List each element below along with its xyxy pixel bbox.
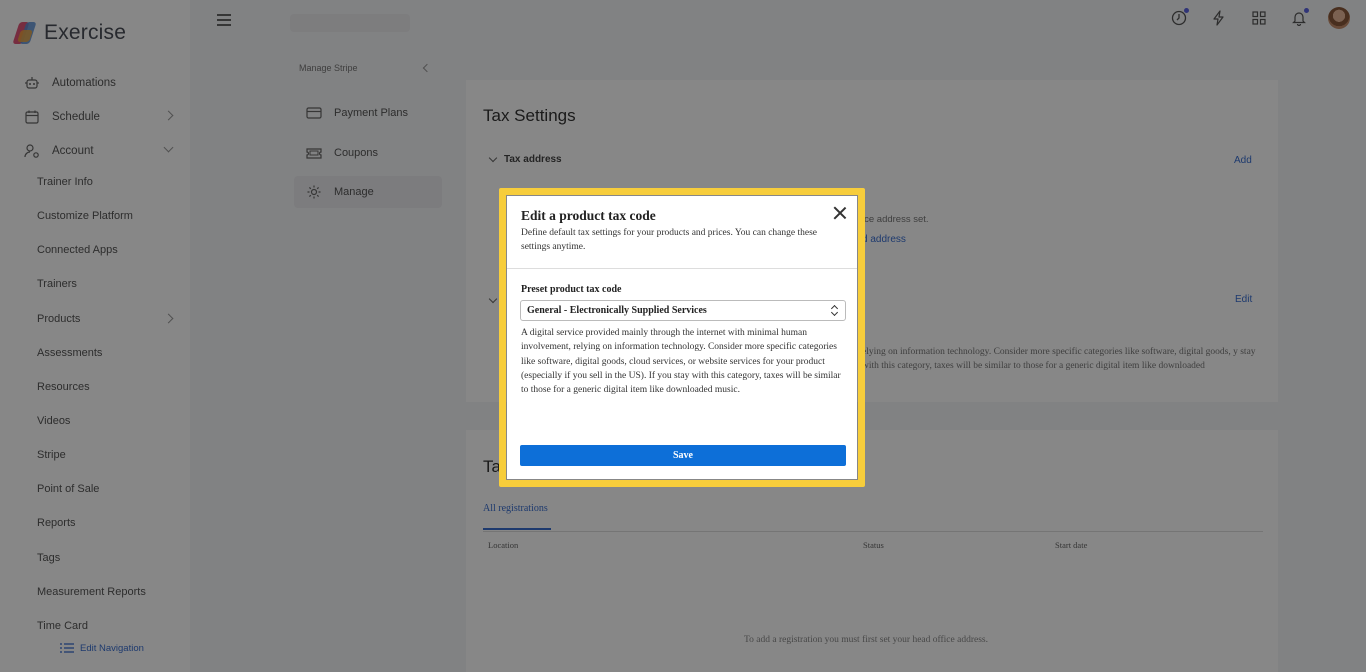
select-value: General - Electronically Supplied Servic… (527, 305, 707, 316)
divider (507, 268, 857, 269)
modal-title: Edit a product tax code (521, 208, 656, 223)
modal-subtitle: Define default tax settings for your pro… (521, 228, 817, 252)
tax-code-select[interactable]: General - Electronically Supplied Servic… (520, 300, 846, 321)
close-icon[interactable] (833, 206, 847, 220)
tax-code-field-label: Preset product tax code (521, 284, 622, 295)
tax-code-description: A digital service provided mainly throug… (521, 328, 841, 396)
edit-tax-code-modal: Edit a product tax code Define default t… (507, 196, 857, 479)
save-button[interactable]: Save (520, 445, 846, 466)
select-arrows-icon (831, 305, 838, 317)
